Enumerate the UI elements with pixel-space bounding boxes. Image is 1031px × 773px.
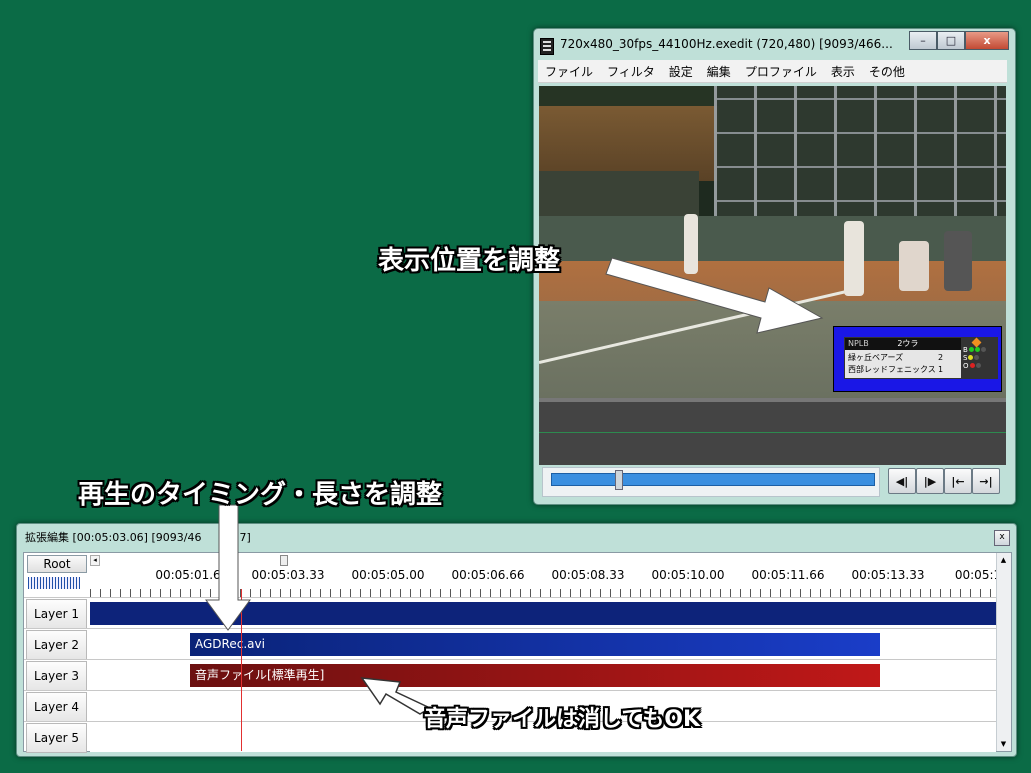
arrow-to-scoreboard — [605, 257, 824, 334]
annotation-arrows — [205, 257, 824, 715]
annotation-position: 表示位置を調整 — [378, 246, 561, 276]
annotation-timing: 再生のタイミング・長さを調整 — [78, 480, 443, 510]
arrow-to-playhead — [205, 504, 251, 631]
annotation-audio-note: 音声ファイルは消してもOK — [424, 707, 700, 732]
arrow-to-audio — [360, 677, 432, 715]
